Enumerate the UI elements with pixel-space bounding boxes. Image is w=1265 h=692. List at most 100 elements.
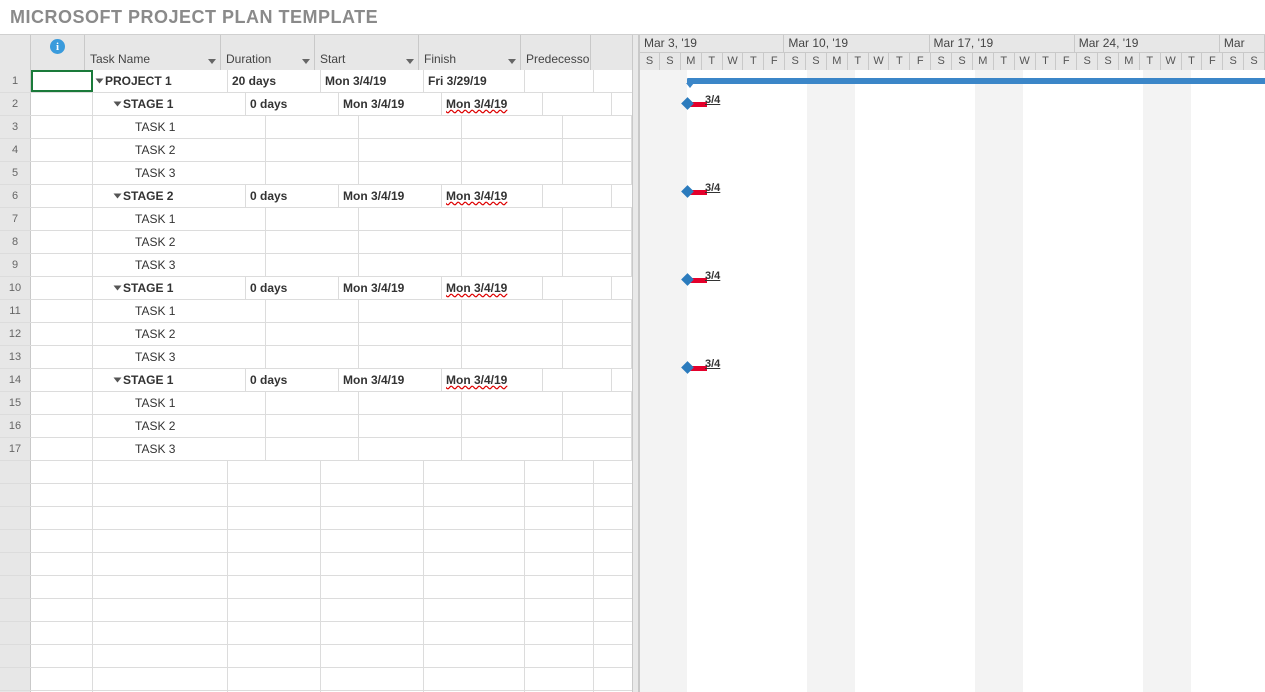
chevron-down-icon[interactable] <box>302 59 310 64</box>
cell-start[interactable] <box>321 622 424 644</box>
cell-start[interactable] <box>359 254 462 276</box>
cell-start[interactable]: Mon 3/4/19 <box>339 369 442 391</box>
table-row[interactable]: 5TASK 3 <box>0 162 632 185</box>
column-header-predecessors[interactable]: Predecessors <box>521 35 591 70</box>
cell-predecessors[interactable] <box>563 300 632 322</box>
chevron-down-icon[interactable] <box>208 59 216 64</box>
cell-predecessors[interactable] <box>525 461 594 483</box>
cell-task-name[interactable] <box>93 645 228 667</box>
row-number[interactable] <box>0 645 31 667</box>
table-row[interactable]: 15TASK 1 <box>0 392 632 415</box>
cell-predecessors[interactable] <box>525 484 594 506</box>
table-row[interactable]: 1PROJECT 120 daysMon 3/4/19Fri 3/29/19 <box>0 70 632 93</box>
cell-start[interactable] <box>359 162 462 184</box>
cell-finish[interactable] <box>424 530 525 552</box>
row-number[interactable]: 11 <box>0 300 31 322</box>
cell-finish[interactable] <box>462 254 563 276</box>
cell-predecessors[interactable] <box>563 438 632 460</box>
grid-body[interactable]: 1PROJECT 120 daysMon 3/4/19Fri 3/29/192S… <box>0 70 632 692</box>
cell-finish[interactable] <box>424 576 525 598</box>
cell-info[interactable] <box>31 668 93 690</box>
cell-duration[interactable] <box>266 231 359 253</box>
cell-start[interactable] <box>359 323 462 345</box>
cell-finish[interactable]: Fri 3/29/19 <box>424 70 525 92</box>
chevron-down-icon[interactable] <box>508 59 516 64</box>
row-number[interactable]: 5 <box>0 162 31 184</box>
row-number[interactable]: 10 <box>0 277 31 299</box>
cell-duration[interactable]: 0 days <box>246 185 339 207</box>
cell-start[interactable] <box>359 392 462 414</box>
cell-duration[interactable] <box>266 392 359 414</box>
table-row[interactable]: 7TASK 1 <box>0 208 632 231</box>
cell-task-name[interactable]: TASK 2 <box>93 415 266 437</box>
table-row[interactable] <box>0 553 632 576</box>
cell-task-name[interactable]: STAGE 1 <box>93 369 246 391</box>
cell-info[interactable] <box>31 369 93 391</box>
cell-task-name[interactable]: TASK 1 <box>93 116 266 138</box>
cell-duration[interactable]: 20 days <box>228 70 321 92</box>
cell-finish[interactable]: Mon 3/4/19 <box>442 277 543 299</box>
cell-start[interactable] <box>321 507 424 529</box>
collapse-arrow-icon[interactable] <box>114 286 122 291</box>
cell-finish[interactable] <box>424 484 525 506</box>
cell-info[interactable] <box>31 622 93 644</box>
row-number[interactable] <box>0 507 31 529</box>
cell-duration[interactable]: 0 days <box>246 277 339 299</box>
cell-start[interactable]: Mon 3/4/19 <box>339 277 442 299</box>
cell-duration[interactable] <box>228 622 321 644</box>
cell-task-name[interactable] <box>93 553 228 575</box>
table-row[interactable]: 16TASK 2 <box>0 415 632 438</box>
chevron-down-icon[interactable] <box>406 59 414 64</box>
cell-start[interactable] <box>359 346 462 368</box>
row-number[interactable]: 2 <box>0 93 31 115</box>
cell-task-name[interactable]: TASK 2 <box>93 139 266 161</box>
cell-start[interactable] <box>321 553 424 575</box>
cell-predecessors[interactable] <box>543 369 612 391</box>
cell-finish[interactable] <box>424 507 525 529</box>
column-header-task-name[interactable]: Task Name <box>85 35 221 70</box>
cell-task-name[interactable] <box>93 461 228 483</box>
cell-info[interactable] <box>31 139 93 161</box>
cell-duration[interactable] <box>228 530 321 552</box>
cell-predecessors[interactable] <box>525 530 594 552</box>
table-row[interactable]: 14STAGE 10 daysMon 3/4/19Mon 3/4/19 <box>0 369 632 392</box>
cell-duration[interactable] <box>228 599 321 621</box>
cell-task-name[interactable] <box>93 507 228 529</box>
pane-splitter[interactable] <box>632 35 639 692</box>
cell-duration[interactable] <box>228 484 321 506</box>
cell-predecessors[interactable] <box>563 139 632 161</box>
row-number[interactable] <box>0 599 31 621</box>
cell-duration[interactable] <box>228 461 321 483</box>
cell-duration[interactable] <box>228 668 321 690</box>
cell-duration[interactable]: 0 days <box>246 93 339 115</box>
cell-task-name[interactable] <box>93 576 228 598</box>
table-row[interactable]: 3TASK 1 <box>0 116 632 139</box>
row-number[interactable]: 4 <box>0 139 31 161</box>
cell-info[interactable] <box>31 277 93 299</box>
cell-finish[interactable]: Mon 3/4/19 <box>442 93 543 115</box>
collapse-arrow-icon[interactable] <box>96 79 104 84</box>
row-number[interactable]: 1 <box>0 70 31 92</box>
cell-info[interactable] <box>31 438 93 460</box>
table-row[interactable] <box>0 576 632 599</box>
row-number[interactable] <box>0 668 31 690</box>
cell-start[interactable] <box>321 461 424 483</box>
row-number[interactable]: 7 <box>0 208 31 230</box>
cell-task-name[interactable]: TASK 2 <box>93 231 266 253</box>
cell-predecessors[interactable] <box>525 507 594 529</box>
cell-task-name[interactable] <box>93 530 228 552</box>
cell-finish[interactable]: Mon 3/4/19 <box>442 369 543 391</box>
cell-duration[interactable] <box>266 139 359 161</box>
cell-finish[interactable]: Mon 3/4/19 <box>442 185 543 207</box>
cell-info[interactable] <box>31 300 93 322</box>
cell-predecessors[interactable] <box>525 645 594 667</box>
table-row[interactable]: 8TASK 2 <box>0 231 632 254</box>
table-row[interactable]: 9TASK 3 <box>0 254 632 277</box>
row-number[interactable] <box>0 484 31 506</box>
cell-predecessors[interactable] <box>543 185 612 207</box>
cell-info[interactable] <box>31 208 93 230</box>
cell-duration[interactable] <box>266 438 359 460</box>
column-header-info[interactable]: i <box>31 35 85 70</box>
cell-duration[interactable] <box>266 254 359 276</box>
cell-predecessors[interactable] <box>563 116 632 138</box>
